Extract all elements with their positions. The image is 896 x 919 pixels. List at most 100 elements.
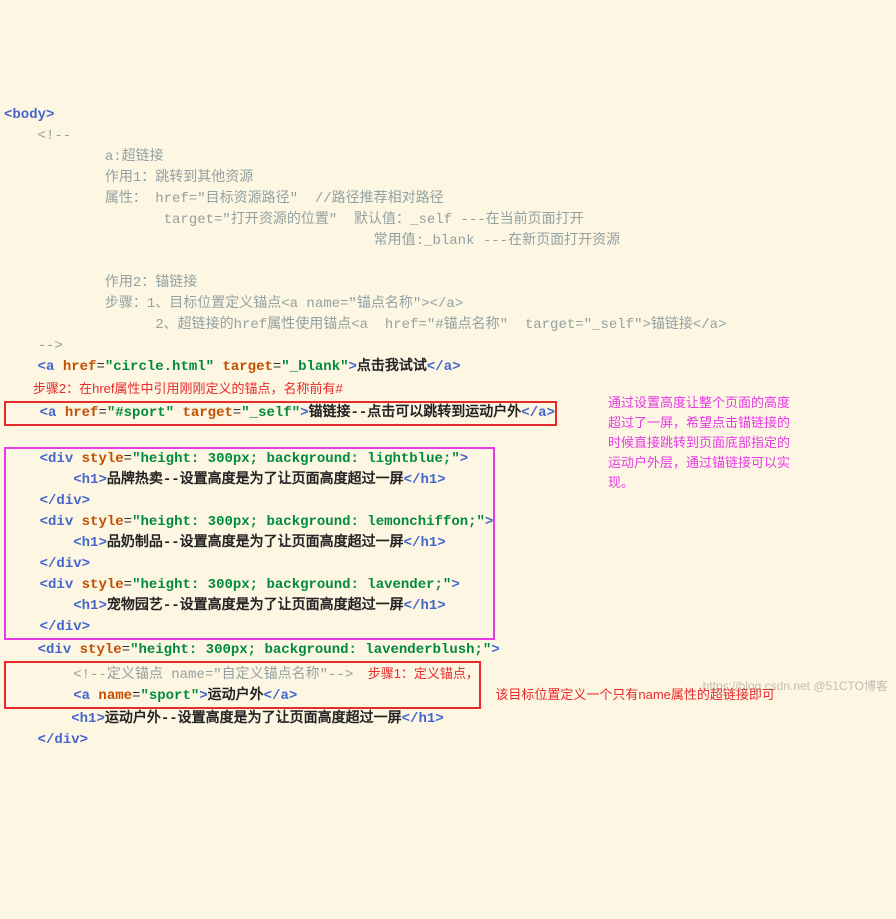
indent (6, 514, 40, 530)
close-div: </div> (40, 493, 90, 509)
comment-line: 2、超链接的href属性使用锚点<a href="#锚点名称" target="… (4, 317, 726, 333)
attr-style: style (73, 451, 123, 467)
h1-text: 品奶制品--设置高度是为了让页面高度超过一屏 (107, 535, 404, 551)
comment-line: --> (4, 338, 63, 354)
indent (6, 535, 73, 551)
val-style: "height: 300px; background: lemonchiffon… (132, 514, 485, 530)
lt: < (73, 472, 81, 488)
attr-style: style (73, 514, 123, 530)
gt: > (98, 472, 106, 488)
close-div: </div> (40, 619, 90, 635)
eq: = (124, 577, 132, 593)
val-style: "height: 300px; background: lavender;" (132, 577, 451, 593)
side-annotation: 通过设置高度让整个页面的高度超过了一屏，希望点击锚链接的时候直接跳转到页面底部指… (608, 393, 796, 493)
indent (6, 577, 40, 593)
link-text: 锚链接--点击可以跳转到运动户外 (309, 405, 522, 421)
indent (4, 642, 38, 658)
h1-text: 运动户外--设置高度是为了让页面高度超过一屏 (105, 711, 402, 727)
close-div: </div> (40, 556, 90, 572)
div-sections-highlight: <div style="height: 300px; background: l… (4, 447, 495, 640)
eq: = (96, 359, 104, 375)
comment-line: 常用值:_blank ---在新页面打开资源 (4, 233, 620, 249)
val-href: "#sport" (107, 405, 174, 421)
val-style: "height: 300px; background: lavenderblus… (130, 642, 491, 658)
h1-text: 宠物园艺--设置高度是为了让页面高度超过一屏 (107, 598, 404, 614)
close-a: </a> (264, 688, 298, 704)
val-target: "_self" (241, 405, 300, 421)
link-text: 点击我试试 (357, 359, 427, 375)
close-h1: </h1> (404, 598, 446, 614)
comment-line: a:超链接 (4, 149, 164, 165)
h1-text: 品牌热卖--设置高度是为了让页面高度超过一屏 (107, 472, 404, 488)
eq: = (122, 642, 130, 658)
anchor-text: 运动户外 (208, 688, 264, 704)
tag-h1: h1 (82, 535, 99, 551)
gt: > (460, 451, 468, 467)
indent (6, 619, 40, 635)
comment-line: 作用1：跳转到其他资源 (4, 170, 253, 186)
attr-style: style (73, 577, 123, 593)
lt: < (71, 711, 79, 727)
lt: < (38, 642, 46, 658)
indent (6, 405, 40, 421)
tag-h1: h1 (82, 598, 99, 614)
gt: > (98, 535, 106, 551)
gt: > (491, 642, 499, 658)
tag-a: a (82, 688, 90, 704)
indent (6, 688, 73, 704)
indent (6, 451, 40, 467)
close-div: </div> (38, 732, 88, 748)
attr-href: href (56, 405, 98, 421)
lt: < (73, 688, 81, 704)
lt: < (40, 514, 48, 530)
indent (6, 556, 40, 572)
indent (6, 472, 73, 488)
comment-line: <!-- (4, 128, 71, 144)
eq: = (124, 514, 132, 530)
anchor-define-highlight: <!--定义锚点 name="自定义锚点名称"--> 步骤1：定义锚点， <a … (4, 661, 481, 709)
step2-annotation: 步骤2：在href属性中引用刚刚定义的锚点，名称前有# (4, 381, 343, 396)
tag-h1: h1 (82, 472, 99, 488)
indent (4, 359, 38, 375)
indent (6, 667, 73, 683)
attr-target: target (174, 405, 233, 421)
val-name: "sport" (140, 688, 199, 704)
val-target: "_blank" (281, 359, 348, 375)
lt: < (38, 359, 46, 375)
close-a: </a> (521, 405, 555, 421)
comment-line: 作用2：锚链接 (4, 275, 197, 291)
val-style: "height: 300px; background: lightblue;" (132, 451, 460, 467)
attr-href: href (54, 359, 96, 375)
eq: = (124, 451, 132, 467)
tag-div: div (48, 514, 73, 530)
val-href: "circle.html" (105, 359, 214, 375)
attr-target: target (214, 359, 273, 375)
lt: < (40, 405, 48, 421)
comment-line: 属性： href="目标资源路径" //路径推荐相对路径 (4, 191, 444, 207)
step1-annotation-l1: 步骤1：定义锚点， (353, 666, 479, 681)
gt: > (349, 359, 357, 375)
gt: > (485, 514, 493, 530)
anchor-link-highlight: <a href="#sport" target="_self">锚链接--点击可… (4, 401, 557, 426)
indent (6, 598, 73, 614)
gt: > (300, 405, 308, 421)
lt: < (73, 598, 81, 614)
comment-line: target="打开资源的位置" 默认值：_self ---在当前页面打开 (4, 212, 584, 228)
body-open: <body> (4, 107, 54, 123)
attr-name: name (90, 688, 132, 704)
gt: > (96, 711, 104, 727)
watermark: https://blog.csdn.net @51CTO博客 (703, 676, 888, 697)
tag-h1: h1 (80, 711, 97, 727)
close-a: </a> (427, 359, 461, 375)
close-h1: </h1> (402, 711, 444, 727)
gt: > (199, 688, 207, 704)
comment-line (4, 254, 12, 270)
gt: > (98, 598, 106, 614)
tag-div: div (48, 451, 73, 467)
tag-div: div (48, 577, 73, 593)
indent (6, 493, 40, 509)
comment-anchor: <!--定义锚点 name="自定义锚点名称"--> (73, 667, 353, 683)
eq: = (98, 405, 106, 421)
close-h1: </h1> (404, 535, 446, 551)
lt: < (73, 535, 81, 551)
